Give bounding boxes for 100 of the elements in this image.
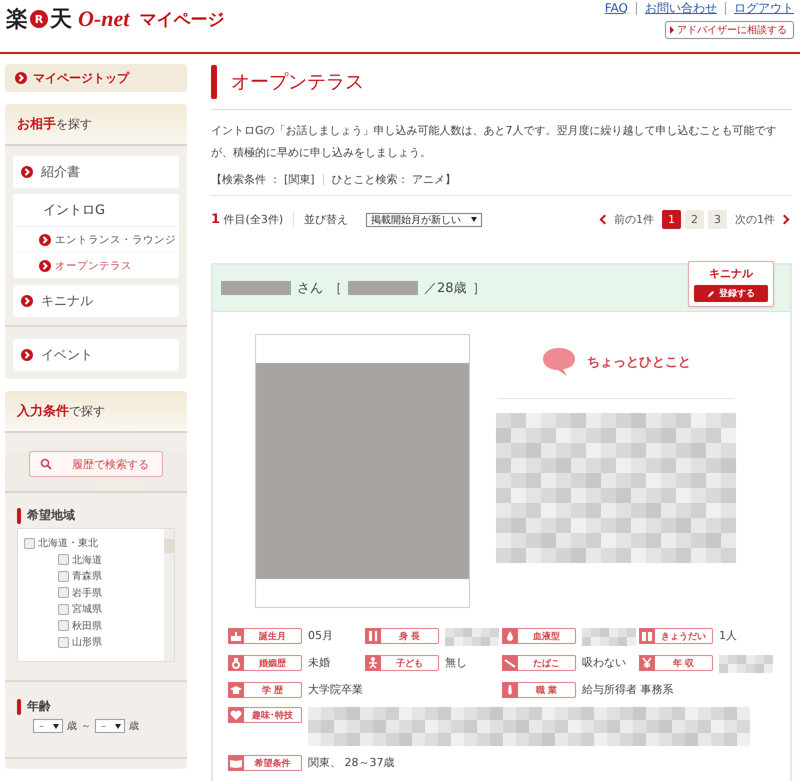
search-condition: ひとこと検索： アニメ】 [332, 172, 456, 187]
chevron-icon [39, 260, 51, 272]
prev-link[interactable]: 前の1件 [597, 212, 658, 227]
field-label: 誕生月 [228, 628, 302, 644]
bars-icon [365, 628, 381, 644]
sidebar-item[interactable]: キニナル [13, 285, 179, 317]
chevron-icon [21, 349, 33, 361]
header-link[interactable]: お問い合わせ [636, 2, 725, 15]
sort-label: 並び替え [304, 212, 348, 227]
pencil-icon [707, 290, 715, 298]
sidebar-subitem[interactable]: オープンテラス [13, 253, 179, 279]
scrollbar[interactable] [164, 529, 174, 661]
sidebar-subitem[interactable]: エントランス・ラウンジ [13, 227, 179, 253]
section-heading: 入力条件で探す [5, 391, 187, 433]
header-link[interactable]: ログアウト [725, 2, 794, 15]
checkbox-label: 岩手県 [72, 586, 102, 600]
field-label: 趣味･特技 [228, 707, 302, 723]
field-label: 学 歴 [228, 682, 302, 698]
register-button[interactable]: 登録する [694, 285, 768, 302]
search-condition: 【検索条件 ： [関東] [211, 172, 315, 187]
field-label: 年 収 [639, 655, 713, 671]
sidebar-item[interactable]: イベント [13, 339, 179, 371]
badge-title: キニナル [709, 266, 753, 281]
field-value: 1人 [719, 628, 737, 644]
sidebar-item[interactable]: 紹介書 [13, 156, 179, 188]
logo[interactable]: 楽 R 天 O-net マイページ [6, 2, 224, 36]
group-label: イントロG [13, 194, 179, 227]
title-accent-bar [211, 65, 217, 99]
field-label: 血液型 [502, 628, 576, 644]
next-link[interactable]: 次の1件 [731, 212, 792, 227]
yen-icon [639, 655, 655, 671]
field-value: 吸わない [582, 655, 626, 671]
field-label: たばこ [502, 655, 576, 671]
redacted-id [348, 281, 418, 295]
field-value: 05月 [308, 628, 333, 644]
book-icon [228, 755, 244, 771]
page-button[interactable]: 3 [708, 210, 727, 229]
field-value: 無し [445, 655, 467, 671]
field-label: 子ども [365, 655, 439, 671]
history-search-button[interactable]: 履歴で検索する [29, 451, 163, 477]
sort-select[interactable]: 掲載開始月が新しい [366, 212, 482, 226]
comment-title: ちょっとひとこと [587, 354, 691, 371]
unit-label: 歳 [129, 720, 139, 733]
header-link[interactable]: FAQ [596, 2, 636, 15]
field-label: 身 長 [365, 628, 439, 644]
chevron-icon [39, 234, 51, 246]
redacted-name [221, 281, 291, 295]
search-icon [40, 458, 52, 470]
field-label: 希望条件 [228, 755, 302, 771]
filter-heading: 年齢 [27, 698, 51, 715]
advisor-button[interactable]: アドバイザーに相談する [665, 21, 794, 39]
field-value: 関東、 28～37歳 [308, 755, 394, 771]
page-title: オープンテラス [231, 70, 364, 95]
chevron-icon [21, 166, 33, 178]
page-button[interactable]: 1 [662, 210, 681, 229]
checkbox-label: 秋田県 [72, 620, 102, 633]
checkbox-label: 宮城県 [72, 602, 102, 616]
field-label: 婚姻歴 [228, 655, 302, 671]
checkbox[interactable] [58, 620, 69, 632]
notice-text: イントロGの「お話しましょう」申し込み可能人数は、あと7人です。翌月度に繰り越して申し込むことも可能ですが、積極的に早めに申し込みをしましょう。 [211, 123, 778, 161]
slash-icon [502, 655, 518, 671]
checkbox-label: 山形県 [72, 636, 102, 650]
page-button[interactable]: 2 [685, 210, 704, 229]
checkbox-label: 北海道 [72, 554, 102, 567]
speech-bubble-icon [541, 346, 577, 378]
checkbox[interactable] [58, 554, 69, 566]
field-value: 大学院卒業 [308, 682, 363, 698]
bars-icon [639, 628, 655, 644]
age-text: ／28歳 [424, 280, 467, 297]
checkbox[interactable] [24, 538, 35, 549]
chevron-icon [15, 72, 27, 84]
section-heading: お相手を探す [5, 104, 187, 146]
chevron-icon [21, 295, 33, 307]
checkbox[interactable] [58, 570, 69, 582]
age-select[interactable]: － [95, 719, 125, 733]
result-count: 件目(全3件) [224, 213, 284, 226]
mypage-top-link[interactable]: マイページトップ [5, 64, 187, 92]
field-value: 給与所得者 事務系 [582, 682, 674, 698]
range-separator: ～ [81, 720, 91, 733]
bracket: ］ [472, 280, 486, 297]
bracket: ［ [329, 280, 342, 297]
checkbox[interactable] [58, 604, 69, 615]
drop-icon [502, 628, 518, 644]
filter-heading: 希望地域 [27, 507, 75, 524]
checkbox-label: 北海道・東北 [38, 536, 98, 550]
field-value: 未婚 [308, 655, 330, 671]
age-select[interactable]: － [33, 719, 63, 733]
cap-icon [228, 682, 244, 698]
cake-icon [228, 628, 244, 644]
tie-icon [502, 682, 518, 698]
ring-icon [228, 655, 244, 671]
name-suffix: さん [297, 280, 323, 297]
field-label: 職 業 [502, 682, 576, 698]
checkbox[interactable] [58, 587, 69, 598]
checkbox[interactable] [58, 636, 69, 648]
child-icon [365, 655, 381, 671]
unit-label: 歳 [67, 720, 77, 733]
checkbox-label: 青森県 [72, 570, 102, 584]
current-index: 1 [211, 212, 220, 227]
field-label: きょうだい [639, 628, 713, 644]
